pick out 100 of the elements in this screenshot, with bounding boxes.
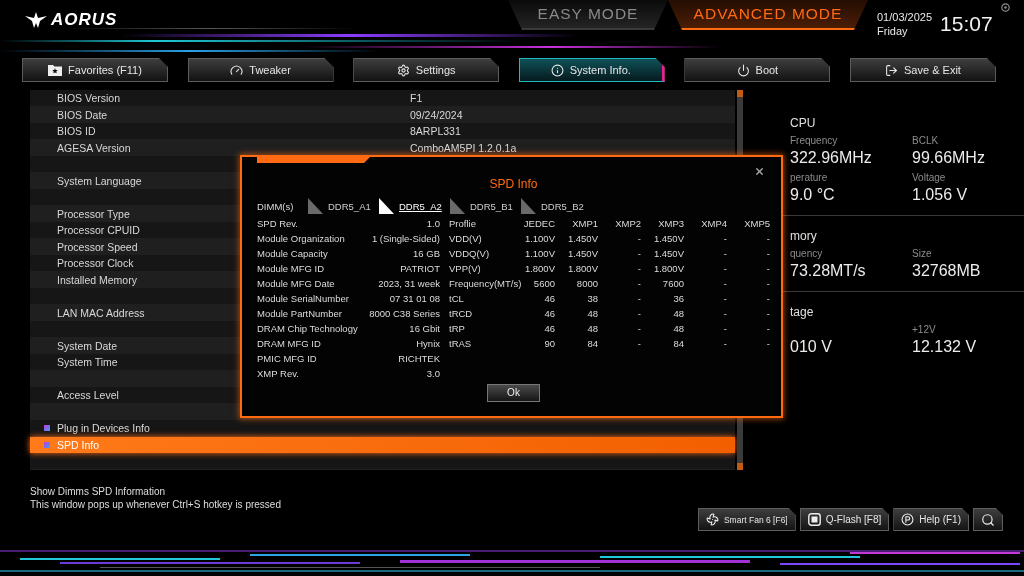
spec-value: 2023, 31 week [378, 277, 440, 289]
nav-tab[interactable]: Tweaker [187, 58, 334, 82]
ok-button[interactable]: Ok [487, 383, 540, 402]
search-icon [981, 512, 995, 527]
reading-value: 010 V [790, 337, 832, 357]
nav-tab[interactable]: Save & Exit [849, 58, 996, 82]
section-title: CPU [790, 115, 817, 131]
table-cell: - [766, 322, 770, 334]
spec-label: DRAM Chip Technology [257, 322, 358, 334]
setting-label: BIOS Version [57, 92, 121, 105]
info-icon [550, 63, 564, 77]
table-cell: 46 [544, 307, 555, 319]
reading-value: 32768MB [912, 261, 981, 281]
dimm-label: DIMM(s) [257, 200, 295, 212]
row-label: VDD(V) [449, 232, 482, 244]
table-cell: - [637, 337, 641, 349]
table-cell: 7600 [662, 277, 684, 289]
table-cell: - [766, 292, 770, 304]
table-cell: 46 [544, 292, 555, 304]
spec-value: 8000 C38 Series [369, 307, 440, 319]
tool-button[interactable]: Help (F1) [893, 508, 969, 531]
section-title: tage [790, 304, 815, 320]
table-cell: - [766, 307, 770, 319]
setting-label: Processor Type [57, 207, 130, 220]
dimm-tab[interactable]: DDR5_A1 [308, 198, 379, 214]
mode-tab[interactable]: ADVANCED MODE [668, 0, 868, 30]
table-cell: 1.800V [567, 262, 598, 274]
reading-label: +12V [912, 323, 936, 337]
table-cell: 1.100V [524, 247, 555, 259]
table-cell: - [723, 322, 727, 334]
table-cell: 48 [587, 322, 598, 334]
table-cell: 1.800V [524, 262, 555, 274]
nav-tab[interactable]: Settings [353, 58, 500, 82]
tool-button[interactable]: Smart Fan 6 [F6] [697, 508, 796, 531]
help-text: Show Dimms SPD Information [30, 485, 166, 498]
nav-tab[interactable]: Favorites (F11) [22, 58, 168, 82]
ring-icon[interactable] [1000, 3, 1010, 12]
spec-value: 16 GB [413, 247, 440, 259]
nav-tab[interactable]: System Info. [518, 58, 665, 82]
settings-icon [396, 63, 410, 77]
dimm-tab[interactable]: DDR5_B2 [521, 198, 592, 214]
spec-value: 1 (Single-Sided) [371, 232, 440, 244]
setting-label: Processor CPUID [57, 224, 140, 237]
reading-value: 99.66MHz [912, 148, 985, 168]
reading-value: 1.056 V [912, 185, 968, 205]
reading-label: quency [790, 247, 823, 261]
setting-value: F1 [410, 92, 423, 105]
setting-value: 09/24/2024 [410, 108, 463, 121]
date-text: 01/03/2025 [877, 10, 933, 24]
submenu-item[interactable]: Plug in Devices Info [30, 420, 735, 437]
spec-label: Module SerialNumber [257, 292, 349, 304]
table-cell: 1.800V [653, 262, 684, 274]
row-label: tRCD [449, 307, 473, 319]
power-icon [736, 63, 750, 77]
row-label: VPP(V) [449, 262, 481, 274]
table-cell: 48 [673, 307, 684, 319]
reading-label: perature [790, 171, 828, 185]
search-button[interactable] [973, 508, 1003, 531]
setting-label: Installed Memory [57, 273, 137, 286]
spec-label: Module PartNumber [257, 307, 342, 319]
square-bullet-icon [44, 425, 50, 432]
spec-label: Module MFG ID [257, 262, 325, 274]
column-header: JEDEC [523, 217, 555, 229]
dimm-tab[interactable]: DDR5_B1 [450, 198, 521, 214]
nav-tab[interactable]: Boot [684, 58, 831, 82]
mode-tab[interactable]: EASY MODE [508, 0, 668, 30]
table-cell: - [637, 322, 641, 334]
table-cell: - [723, 262, 727, 274]
row-label: tRP [449, 322, 465, 334]
weekday-text: Friday [877, 24, 909, 38]
table-cell: - [723, 292, 727, 304]
spec-value: RICHTEK [398, 352, 440, 364]
table-cell: - [637, 307, 641, 319]
table-cell: - [723, 232, 727, 244]
column-header: XMP1 [572, 217, 598, 229]
table-cell: 5600 [533, 277, 555, 289]
dimm-tab[interactable]: DDR5_A2 [379, 198, 450, 214]
column-header: XMP3 [658, 217, 684, 229]
reading-label: Size [912, 247, 932, 261]
section-title: mory [790, 228, 818, 244]
table-cell: - [637, 262, 641, 274]
table-cell: - [637, 247, 641, 259]
row-label: Frequency(MT/s) [449, 277, 522, 289]
spec-label: SPD Rev. [257, 217, 298, 229]
reading-value: 9.0 °C [790, 185, 835, 205]
reading-label: Frequency [790, 134, 838, 148]
fan-icon [705, 513, 719, 526]
setting-value: ComboAM5PI 1.2.0.1a [410, 141, 517, 154]
spec-label: Module MFG Date [257, 277, 335, 289]
spec-label: Module Capacity [257, 247, 328, 259]
setting-label: BIOS ID [57, 125, 96, 138]
tool-button[interactable]: Q-Flash [F8] [799, 508, 890, 531]
table-cell: 46 [544, 322, 555, 334]
setting-label: LAN MAC Address [57, 306, 145, 319]
setting-label: Processor Clock [57, 257, 134, 270]
close-icon[interactable] [754, 166, 765, 177]
table-cell: 1.100V [524, 232, 555, 244]
reading-label: Voltage [912, 171, 946, 185]
row-label: tCL [449, 292, 464, 304]
reading-label: BCLK [912, 134, 939, 148]
